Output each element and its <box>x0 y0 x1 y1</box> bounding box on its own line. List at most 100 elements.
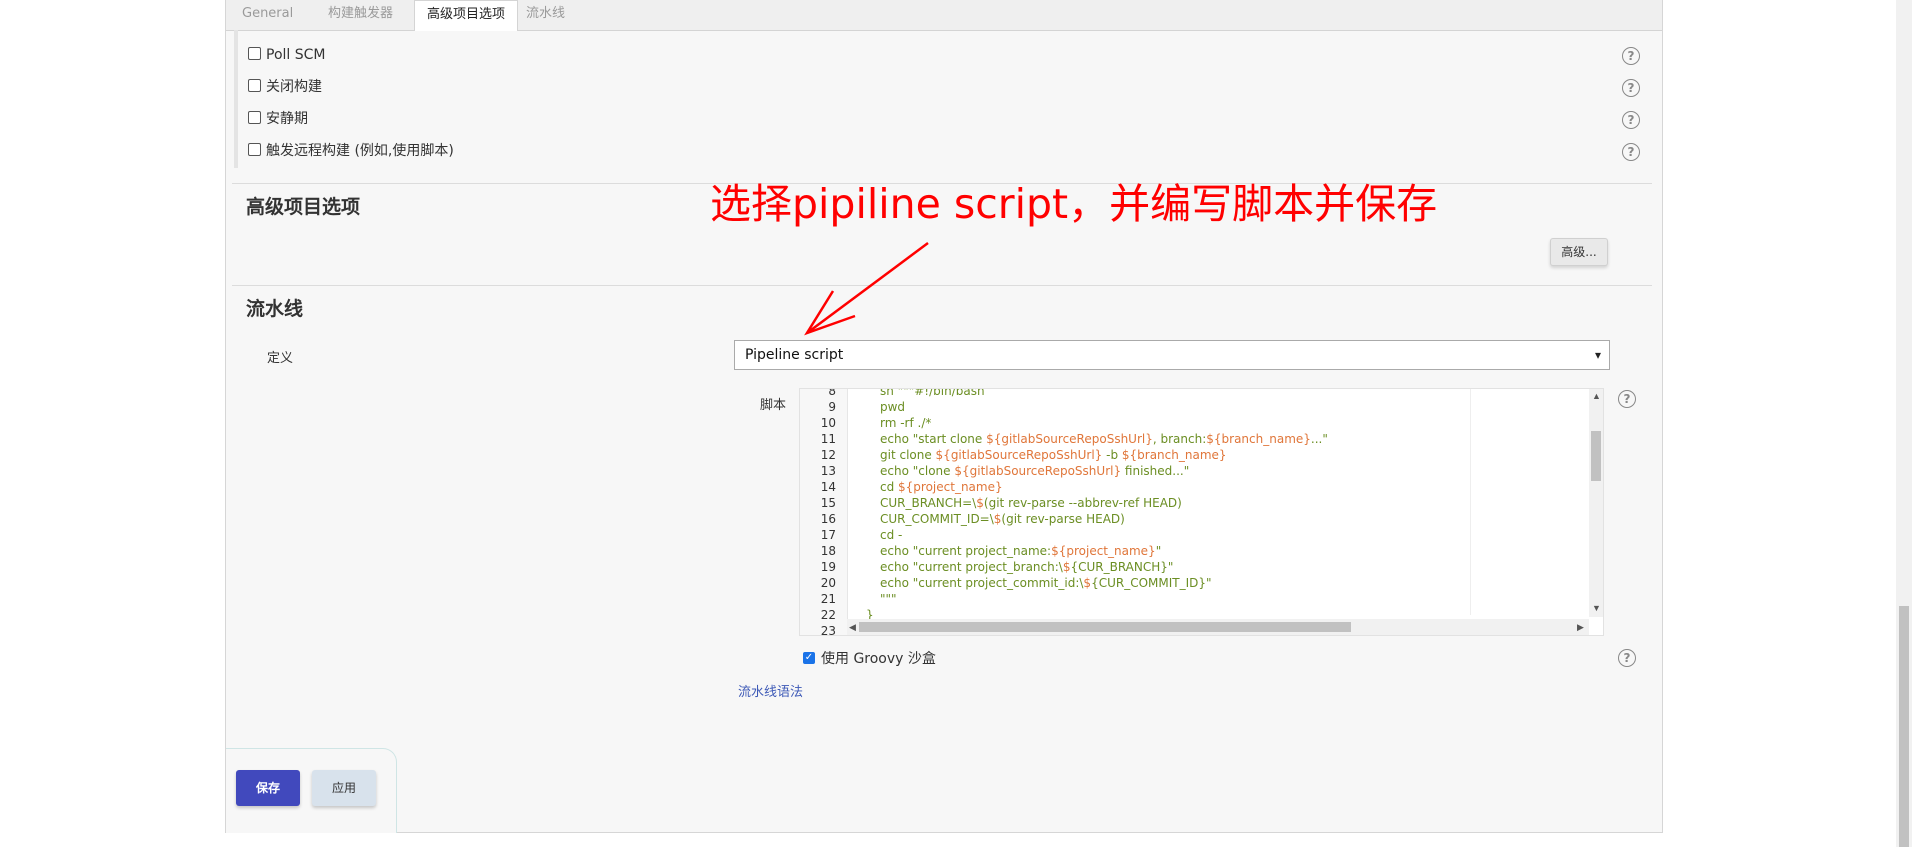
scrollbar-thumb[interactable] <box>1591 431 1601 481</box>
line-number: 15 <box>820 496 836 510</box>
script-editor[interactable]: 8 sh """#!/bin/bash 9 pwd 10 rm -rf ./* 11 echo… <box>799 388 1604 636</box>
code-token: rm -rf ./* <box>880 416 932 430</box>
line-number: 10 <box>820 416 836 430</box>
line-number: 13 <box>820 464 836 478</box>
code-line[interactable]: 14 cd ${project_name} <box>800 479 1560 495</box>
tab-general[interactable]: General <box>230 0 305 30</box>
code-line[interactable]: 21 """ <box>800 591 1560 607</box>
trigger-group-bar <box>234 30 238 168</box>
code-variable: ${gitlabSourceRepoSshUrl} <box>986 432 1153 446</box>
code-text: CUR_COMMIT_ID=\$(git rev-parse HEAD) <box>880 511 1125 527</box>
code-line[interactable]: 13 echo "clone ${gitlabSourceRepoSshUrl} … <box>800 463 1560 479</box>
advanced-options-title: 高级项目选项 <box>246 196 361 218</box>
code-token: (git rev-parse HEAD) <box>1001 512 1125 526</box>
tab-build-triggers[interactable]: 构建触发器 <box>316 0 405 30</box>
code-token: CUR_BRANCH=\ <box>880 496 977 510</box>
code-token: """ <box>880 592 897 606</box>
code-variable: ${project_name} <box>898 480 1003 494</box>
code-text: cd - <box>880 527 902 543</box>
code-token: echo "current project_name: <box>880 544 1052 558</box>
line-number: 18 <box>820 544 836 558</box>
code-line[interactable]: 12 git clone ${gitlabSourceRepoSshUrl} -b… <box>800 447 1560 463</box>
code-line[interactable]: 8 sh """#!/bin/bash <box>800 388 1560 399</box>
code-token: echo "start clone <box>880 432 987 446</box>
line-number: 14 <box>820 480 836 494</box>
editor-horizontal-scrollbar[interactable]: ◀ ▶ <box>847 619 1589 635</box>
scroll-down-icon[interactable]: ▼ <box>1592 603 1601 613</box>
code-variable: ${branch_name} <box>1206 432 1311 446</box>
quiet-period-label: 安静期 <box>266 111 308 127</box>
code-token: (git rev-parse --abbrev-ref HEAD) <box>983 496 1182 510</box>
advanced-button[interactable]: 高级... <box>1550 238 1608 266</box>
poll-scm-checkbox[interactable] <box>248 46 261 60</box>
apply-button[interactable]: 应用 <box>312 770 376 806</box>
code-variable: ${project_name} <box>1051 544 1156 558</box>
scroll-left-icon[interactable]: ◀ <box>849 622 856 633</box>
pipeline-title: 流水线 <box>246 298 304 320</box>
code-token: CUR_COMMIT_ID=\ <box>880 512 994 526</box>
trigger-remote-build[interactable]: 触发远程构建 (例如,使用脚本) <box>248 141 454 161</box>
tab-advanced-options[interactable]: 高级项目选项 <box>414 0 519 31</box>
remote-build-label: 触发远程构建 (例如,使用脚本) <box>266 143 454 159</box>
script-label: 脚本 <box>760 398 787 413</box>
help-icon[interactable]: ? <box>1618 649 1636 667</box>
code-token: {CUR_COMMIT_ID}" <box>1091 576 1212 590</box>
trigger-quiet-period[interactable]: 安静期 <box>248 109 308 129</box>
definition-value: Pipeline script <box>745 347 844 363</box>
code-line[interactable]: 18 echo "current project_name:${project_n… <box>800 543 1560 559</box>
quiet-period-checkbox[interactable] <box>248 110 261 124</box>
code-text: echo "current project_commit_id:\${CUR_C… <box>880 575 1212 591</box>
code-variable: ${gitlabSourceRepoSshUrl} <box>954 464 1122 478</box>
groovy-sandbox-label: 使用 Groovy 沙盒 <box>821 651 936 667</box>
scrollbar-thumb[interactable] <box>859 622 1351 632</box>
help-icon[interactable]: ? <box>1622 47 1640 65</box>
code-token: -b <box>1102 448 1122 462</box>
code-line[interactable]: 10 rm -rf ./* <box>800 415 1560 431</box>
remote-build-checkbox[interactable] <box>248 142 261 156</box>
code-variable: $ <box>976 496 984 510</box>
save-button[interactable]: 保存 <box>236 770 300 806</box>
code-line[interactable]: 17 cd - <box>800 527 1560 543</box>
code-line[interactable]: 19 echo "current project_branch:\${CUR_BR… <box>800 559 1560 575</box>
disable-build-checkbox[interactable] <box>248 78 261 92</box>
line-number: 11 <box>820 432 836 446</box>
code-line[interactable]: 11 echo "start clone ${gitlabSourceRepoSs… <box>800 431 1560 447</box>
line-number: 23 <box>820 624 836 636</box>
page-scrollbar[interactable] <box>1896 0 1912 847</box>
code-text: echo "current project_name:${project_nam… <box>880 543 1161 559</box>
code-token: echo "clone <box>880 464 955 478</box>
tab-pipeline[interactable]: 流水线 <box>514 0 577 30</box>
scroll-up-icon[interactable]: ▲ <box>1592 391 1601 401</box>
groovy-sandbox-checkbox[interactable]: ✓ <box>803 652 815 664</box>
scroll-right-icon[interactable]: ▶ <box>1577 622 1584 633</box>
code-token: echo "current project_branch:\ <box>880 560 1063 574</box>
code-text: cd ${project_name} <box>880 479 1003 495</box>
help-icon[interactable]: ? <box>1622 143 1640 161</box>
line-number: 19 <box>820 560 836 574</box>
code-variable: ${branch_name} <box>1121 448 1227 462</box>
definition-select[interactable]: Pipeline script ▾ <box>734 340 1610 370</box>
code-token: pwd <box>880 400 906 414</box>
help-icon[interactable]: ? <box>1622 79 1640 97</box>
code-token: finished..." <box>1121 464 1190 478</box>
pipeline-syntax-link[interactable]: 流水线语法 <box>738 681 803 700</box>
code-line[interactable]: 15 CUR_BRANCH=\$(git rev-parse --abbrev-r… <box>800 495 1560 511</box>
groovy-sandbox-option[interactable]: ✓ 使用 Groovy 沙盒 <box>803 648 936 668</box>
editor-vertical-scrollbar[interactable]: ▲ ▼ <box>1589 389 1603 617</box>
code-line[interactable]: 20 echo "current project_commit_id:\${CUR… <box>800 575 1560 591</box>
trigger-poll-scm[interactable]: Poll SCM <box>248 45 325 65</box>
code-token: sh """#!/bin/bash <box>880 388 985 398</box>
disable-build-label: 关闭构建 <box>266 79 322 95</box>
code-text: echo "start clone ${gitlabSourceRepoSshU… <box>880 431 1328 447</box>
page-scrollbar-thumb[interactable] <box>1899 606 1909 847</box>
annotation-text: 选择pipiline script，并编写脚本并保存 <box>710 180 1438 228</box>
help-icon[interactable]: ? <box>1618 390 1636 408</box>
code-text: """ <box>880 591 897 607</box>
code-line[interactable]: 16 CUR_COMMIT_ID=\$(git rev-parse HEAD) <box>800 511 1560 527</box>
code-token: cd - <box>880 528 903 542</box>
code-text: echo "clone ${gitlabSourceRepoSshUrl} fi… <box>880 463 1189 479</box>
trigger-disable-build[interactable]: 关闭构建 <box>248 77 322 97</box>
code-line[interactable]: 9 pwd <box>800 399 1560 415</box>
chevron-down-icon: ▾ <box>1594 348 1601 362</box>
help-icon[interactable]: ? <box>1622 111 1640 129</box>
